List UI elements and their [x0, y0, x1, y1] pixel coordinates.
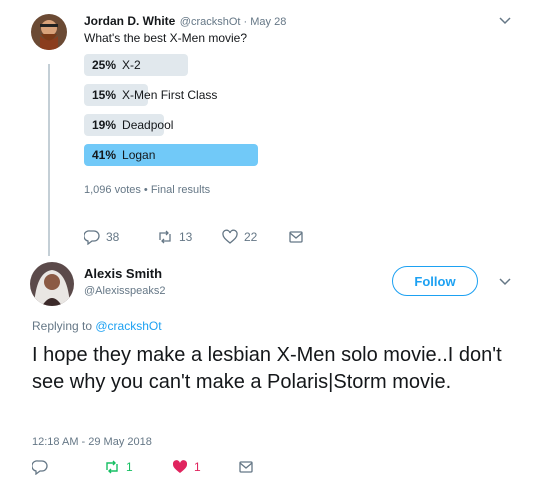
reply-icon	[84, 230, 100, 245]
poll-label: X-2	[122, 58, 141, 72]
poll-option: 19% Deadpool	[84, 114, 344, 136]
chevron-down-icon[interactable]	[497, 12, 513, 28]
retweet-count: 13	[179, 230, 193, 244]
message-icon	[289, 231, 303, 243]
poll-percent: 19%	[92, 118, 117, 132]
chevron-down-icon[interactable]	[497, 273, 513, 289]
poll-option: 15% X-Men First Class	[84, 84, 344, 106]
follow-button[interactable]: Follow	[392, 266, 478, 296]
reply-author-handle[interactable]: @Alexisspeaks2	[84, 285, 165, 297]
retweet-count: 1	[126, 460, 133, 474]
reply-icon	[32, 460, 48, 475]
poll-option: 41% Logan	[84, 144, 344, 166]
author-name[interactable]: Jordan D. White	[84, 14, 175, 28]
reply-author-name[interactable]: Alexis Smith	[84, 266, 162, 281]
retweet-icon	[106, 460, 118, 474]
reply-button[interactable]	[32, 459, 48, 475]
thread-line	[48, 64, 50, 256]
author-handle-time[interactable]: @crackshOt · May 28	[180, 16, 287, 28]
avatar-alexis[interactable]	[30, 262, 74, 306]
replying-to-handle-link[interactable]: @crackshOt	[95, 319, 161, 333]
avatar-jordan[interactable]	[31, 14, 67, 50]
retweet-button[interactable]: 1	[104, 459, 133, 475]
tweet-text: What's the best X-Men movie?	[84, 31, 248, 45]
poll-summary: 1,096 votes • Final results	[84, 184, 211, 196]
like-count: 22	[244, 230, 258, 244]
reply-timestamp[interactable]: 12:18 AM - 29 May 2018	[32, 436, 152, 448]
like-button[interactable]: 22	[222, 229, 257, 245]
retweet-button[interactable]: 13	[157, 229, 192, 245]
replying-to-prefix: Replying to	[32, 319, 96, 333]
message-icon	[239, 461, 253, 473]
poll-label: X-Men First Class	[122, 88, 218, 102]
like-icon	[222, 229, 238, 244]
retweet-icon	[159, 230, 171, 244]
replying-to: Replying to @crackshOt	[32, 319, 162, 333]
like-icon	[172, 460, 188, 473]
like-button[interactable]: 1	[172, 459, 201, 475]
reply-count: 38	[106, 230, 120, 244]
poll-percent: 41%	[92, 148, 117, 162]
message-button[interactable]	[238, 459, 254, 475]
reply-tweet-text: I hope they make a lesbian X-Men solo mo…	[32, 344, 502, 393]
poll-label: Deadpool	[122, 118, 174, 132]
poll-percent: 25%	[92, 58, 117, 72]
poll-percent: 15%	[92, 88, 117, 102]
parent-header: Jordan D. White @crackshOt · May 28	[84, 12, 286, 30]
message-button[interactable]	[288, 229, 304, 245]
poll-label: Logan	[122, 148, 156, 162]
like-count: 1	[194, 460, 201, 474]
poll-option: 25% X-2	[84, 54, 344, 76]
reply-button[interactable]: 38	[84, 229, 119, 245]
